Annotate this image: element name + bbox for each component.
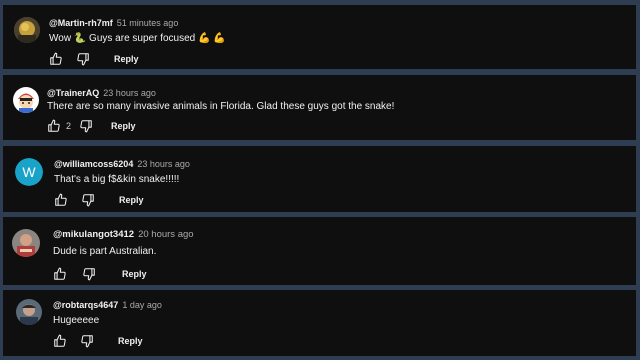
- thumbs-down-icon[interactable]: [81, 193, 95, 207]
- comment-actions: Reply: [53, 267, 147, 281]
- timestamp[interactable]: 20 hours ago: [138, 229, 193, 240]
- comment-header: @Martin-rh7mf 51 minutes ago: [49, 18, 178, 29]
- author-handle[interactable]: @TrainerAQ: [47, 88, 99, 98]
- comment-actions: Reply: [49, 52, 139, 66]
- thumbs-up-icon[interactable]: [47, 119, 61, 133]
- muscle-emoji: 💪 💪: [198, 33, 226, 44]
- timestamp[interactable]: 1 day ago: [122, 300, 162, 310]
- thumbs-down-icon[interactable]: [79, 119, 93, 133]
- thumbs-up-icon[interactable]: [49, 52, 63, 66]
- author-handle[interactable]: @Martin-rh7mf: [49, 18, 113, 28]
- comment-header: @williamcoss6204 23 hours ago: [54, 159, 190, 170]
- author-handle[interactable]: @williamcoss6204: [54, 159, 133, 169]
- avatar-letter: W: [15, 158, 43, 186]
- author-handle[interactable]: @robtarqs4647: [53, 300, 118, 310]
- comment-actions: Reply: [53, 334, 143, 348]
- avatar[interactable]: [14, 17, 40, 43]
- thumbs-up-icon[interactable]: [53, 267, 67, 281]
- like-count: 2: [66, 121, 72, 131]
- thumbs-down-icon[interactable]: [80, 334, 94, 348]
- thumbs-up-icon[interactable]: [54, 193, 68, 207]
- comment-card: @Martin-rh7mf 51 minutes ago Wow 🐍 Guys a…: [3, 5, 636, 69]
- avatar[interactable]: W: [15, 158, 43, 186]
- reply-button[interactable]: Reply: [114, 53, 139, 65]
- comment-text: Hugeeeee: [53, 315, 100, 326]
- thumbs-down-icon[interactable]: [82, 267, 96, 281]
- comment-text: Dude is part Australian.: [53, 246, 157, 257]
- comment-header: @robtarqs4647 1 day ago: [53, 300, 162, 311]
- avatar[interactable]: [12, 229, 40, 257]
- comment-card: @TrainerAQ 23 hours ago There are so many…: [3, 75, 636, 140]
- snake-emoji: 🐍: [73, 33, 87, 44]
- timestamp[interactable]: 51 minutes ago: [117, 18, 179, 28]
- comment-actions: 2 Reply: [47, 119, 136, 133]
- reply-button[interactable]: Reply: [119, 194, 144, 206]
- comment-card: @robtarqs4647 1 day ago Hugeeeee Reply: [3, 290, 636, 356]
- comment-card: W @williamcoss6204 23 hours ago That's a …: [3, 146, 636, 212]
- reply-button[interactable]: Reply: [118, 335, 143, 347]
- comment-card: @mikulangot3412 20 hours ago Dude is part…: [3, 217, 636, 285]
- reply-button[interactable]: Reply: [111, 120, 136, 132]
- comment-header: @mikulangot3412 20 hours ago: [53, 229, 194, 240]
- comment-text: That's a big f$&kin snake!!!!!: [54, 174, 180, 185]
- comment-text: There are so many invasive animals in Fl…: [47, 101, 395, 112]
- avatar[interactable]: [16, 299, 42, 325]
- timestamp[interactable]: 23 hours ago: [137, 159, 190, 169]
- avatar[interactable]: [13, 87, 39, 113]
- comment-header: @TrainerAQ 23 hours ago: [47, 88, 156, 99]
- timestamp[interactable]: 23 hours ago: [103, 88, 156, 98]
- reply-button[interactable]: Reply: [122, 268, 147, 280]
- thumbs-up-icon[interactable]: [53, 334, 67, 348]
- thumbs-down-icon[interactable]: [76, 52, 90, 66]
- author-handle[interactable]: @mikulangot3412: [53, 229, 134, 240]
- comment-text: Wow 🐍 Guys are super focused 💪 💪: [49, 33, 226, 44]
- comment-actions: Reply: [54, 193, 144, 207]
